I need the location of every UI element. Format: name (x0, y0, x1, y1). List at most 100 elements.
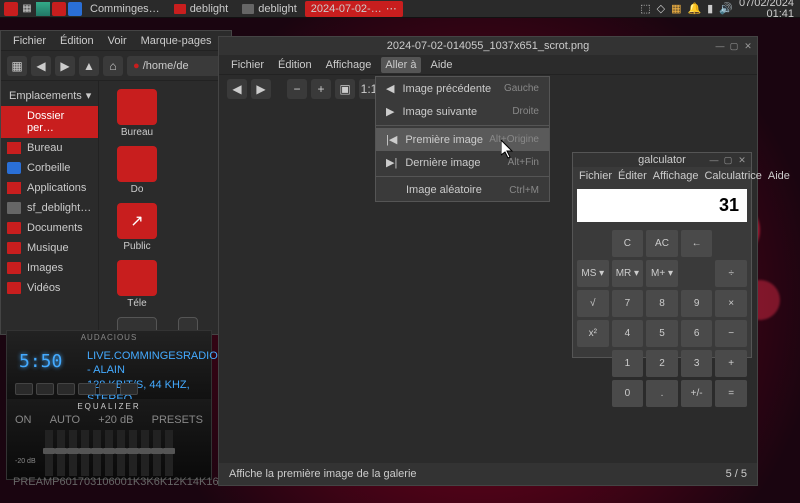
calc-key-24[interactable]: + (715, 350, 747, 377)
calc-key-19[interactable]: − (715, 320, 747, 347)
calc-key-7[interactable]: M+ ▾ (646, 260, 678, 287)
aud-pause-button[interactable] (57, 383, 75, 395)
sidebar-item-musique[interactable]: Musique (1, 238, 98, 258)
app-menu-icon[interactable] (4, 2, 18, 16)
eq-on-button[interactable]: ON (15, 414, 32, 426)
viewer-prev-button[interactable]: ◀ (227, 79, 247, 99)
task-deblight-2[interactable]: deblight (236, 1, 303, 17)
file-tele[interactable]: Téle (107, 260, 167, 309)
calc-max[interactable]: ▢ (723, 155, 733, 165)
home-button[interactable]: ⌂ (103, 56, 123, 76)
file-do[interactable]: Do (107, 146, 167, 195)
calc-key-13[interactable]: 9 (681, 290, 713, 317)
aud-prev-button[interactable] (15, 383, 33, 395)
calc-key-12[interactable]: 8 (646, 290, 678, 317)
menu-voir[interactable]: Voir (104, 33, 131, 49)
viewer-zoomfit-button[interactable]: ▣ (335, 79, 355, 99)
sidebar-item-sf[interactable]: sf_deblight… (1, 198, 98, 218)
tray-bell-icon[interactable]: 🔔 (687, 2, 701, 15)
maximize-button[interactable]: ▢ (729, 41, 739, 51)
viewer-next-button[interactable]: ▶ (251, 79, 271, 99)
calc-key-11[interactable]: 7 (612, 290, 644, 317)
viewer-menu-edition[interactable]: Édition (274, 57, 316, 73)
viewer-menu-aide[interactable]: Aide (427, 57, 457, 73)
calc-close[interactable]: ✕ (737, 155, 747, 165)
fm-content[interactable]: Bureau Do ↗Public Téle 2024-06-30-2 3165… (99, 81, 231, 334)
show-desktop-icon[interactable]: ▦ (20, 2, 34, 16)
viewer-menu-fichier[interactable]: Fichier (227, 57, 268, 73)
aud-play-button[interactable] (36, 383, 54, 395)
viewer-zoomin-button[interactable]: + (311, 79, 331, 99)
calc-key-17[interactable]: 5 (646, 320, 678, 347)
calc-key-21[interactable]: 1 (612, 350, 644, 377)
task-image-viewer[interactable]: 2024-07-02-…⋯ (305, 1, 403, 17)
calc-menu-calculatrice[interactable]: Calculatrice (704, 170, 761, 182)
calc-key-29[interactable]: = (715, 380, 747, 407)
new-tab-button[interactable]: ▦ (7, 56, 27, 76)
back-button[interactable]: ◀ (31, 56, 51, 76)
close-button[interactable]: ✕ (743, 41, 753, 51)
menu-marquepages[interactable]: Marque-pages (137, 33, 216, 49)
calc-min[interactable]: — (709, 155, 719, 165)
dd-prev-image[interactable]: ◀Image précédenteGauche (376, 77, 549, 100)
calc-key-18[interactable]: 6 (681, 320, 713, 347)
calc-key-26[interactable]: 0 (612, 380, 644, 407)
calc-key-15[interactable]: x² (577, 320, 609, 347)
task-deblight-1[interactable]: deblight (168, 1, 235, 17)
dd-next-image[interactable]: ▶Image suivanteDroite (376, 100, 549, 123)
calc-menu-affichage[interactable]: Affichage (653, 170, 699, 182)
viewer-zoomout-button[interactable]: − (287, 79, 307, 99)
eq-presets-button[interactable]: PRESETS (152, 414, 203, 426)
tray-monitor-icon[interactable]: ⬚ (640, 2, 650, 15)
taskbar-clock[interactable]: 07/02/202401:41 (739, 0, 794, 20)
dd-random-image[interactable]: Image aléatoireCtrl+M (376, 179, 549, 201)
calc-menu-fichier[interactable]: Fichier (579, 170, 612, 182)
calc-key-1[interactable]: C (612, 230, 644, 257)
menu-fichier[interactable]: Fichier (9, 33, 50, 49)
up-button[interactable]: ▲ (79, 56, 99, 76)
viewer-menu-aller[interactable]: Aller à (381, 57, 420, 73)
eq-auto-button[interactable]: AUTO (50, 414, 80, 426)
calc-key-16[interactable]: 4 (612, 320, 644, 347)
tray-volume-icon[interactable]: 🔊 (719, 2, 733, 15)
sidebar-item-videos[interactable]: Vidéos (1, 278, 98, 298)
dd-last-image[interactable]: ▶|Dernière imageAlt+Fin (376, 151, 549, 174)
file-public[interactable]: ↗Public (107, 203, 167, 252)
tray-shield-icon[interactable]: ◇ (657, 2, 665, 15)
aud-stop-button[interactable] (78, 383, 96, 395)
files-icon[interactable] (52, 2, 66, 16)
sidebar-item-applications[interactable]: Applications (1, 178, 98, 198)
aud-eject-button[interactable] (120, 383, 138, 395)
task-comminges[interactable]: Comminges… (84, 1, 166, 17)
calc-key-10[interactable]: √ (577, 290, 609, 317)
calc-menu-editer[interactable]: Éditer (618, 170, 647, 182)
viewer-menu-affichage[interactable]: Affichage (322, 57, 376, 73)
address-bar[interactable]: ● /home/de (127, 56, 225, 76)
tray-battery-icon[interactable]: ▮ (707, 2, 713, 15)
minimize-button[interactable]: — (715, 41, 725, 51)
terminal-icon[interactable] (36, 2, 50, 16)
calc-key-6[interactable]: MR ▾ (612, 260, 644, 287)
calc-key-9[interactable]: ÷ (715, 260, 747, 287)
tray-grid-icon[interactable]: ▦ (671, 2, 681, 15)
aud-next-button[interactable] (99, 383, 117, 395)
forward-button[interactable]: ▶ (55, 56, 75, 76)
audacious-player[interactable]: AUDACIOUS 5:50 LIVE.COMMINGESRADIO.FR - … (6, 330, 212, 480)
file-bureau[interactable]: Bureau (107, 89, 167, 138)
calc-key-14[interactable]: × (715, 290, 747, 317)
menu-edition[interactable]: Édition (56, 33, 98, 49)
calc-key-23[interactable]: 3 (681, 350, 713, 377)
calc-key-27[interactable]: . (646, 380, 678, 407)
calc-key-2[interactable]: AC (646, 230, 678, 257)
sidebar-item-documents[interactable]: Documents (1, 218, 98, 238)
sidebar-item-bureau[interactable]: Bureau (1, 138, 98, 158)
calc-menu-aide[interactable]: Aide (768, 170, 790, 182)
dd-first-image[interactable]: |◀Première imageAlt+Origine (376, 128, 549, 151)
sidebar-item-corbeille[interactable]: Corbeille (1, 158, 98, 178)
sidebar-header[interactable]: Emplacements ▾ (1, 85, 98, 106)
calc-key-3[interactable]: ← (681, 230, 713, 257)
sidebar-item-images[interactable]: Images (1, 258, 98, 278)
calc-key-28[interactable]: +/- (681, 380, 713, 407)
sidebar-item-home[interactable]: Dossier per… (1, 106, 98, 138)
eq-sliders[interactable] (7, 426, 211, 476)
